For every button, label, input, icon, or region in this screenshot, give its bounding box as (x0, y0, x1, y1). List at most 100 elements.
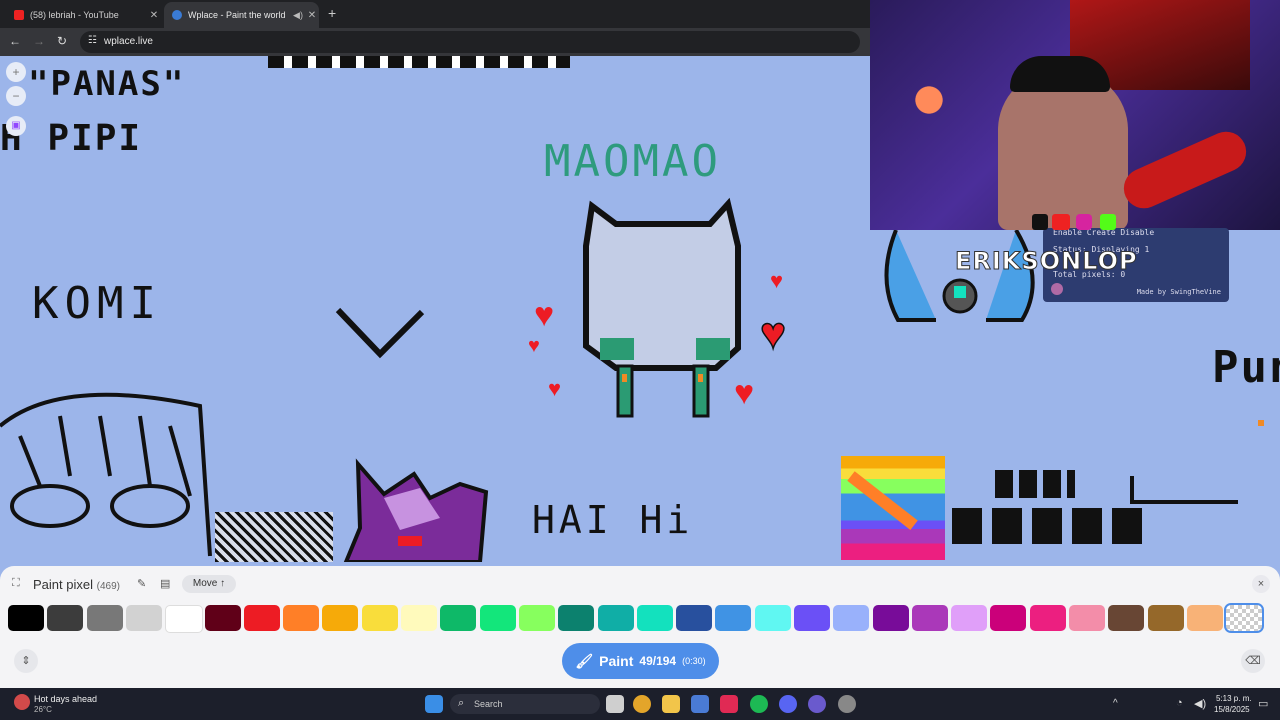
color-swatch[interactable] (322, 605, 358, 631)
canvas-text-panas: "PANAS" (28, 64, 186, 104)
eraser-icon[interactable]: ⌫ (1241, 649, 1265, 673)
color-swatch[interactable] (1148, 605, 1184, 631)
tiktok-icon (1032, 214, 1048, 230)
paint-button[interactable]: 🖌 Paint 49/194 (0:30) (562, 643, 719, 679)
svg-text:♥: ♥ (534, 296, 554, 334)
windows-start-icon[interactable] (425, 695, 443, 713)
chrome-icon[interactable] (633, 695, 651, 713)
pixel-art-text (1130, 476, 1238, 504)
omnibox[interactable] (80, 31, 860, 53)
taskbar-time[interactable]: 5:13 p. m. (1216, 694, 1252, 703)
color-swatch[interactable] (401, 605, 437, 631)
canvas-pixel-strip (268, 56, 570, 68)
webcam-feed (870, 0, 1280, 230)
template-icon[interactable]: ▤ (160, 577, 170, 590)
color-swatch[interactable] (1108, 605, 1144, 631)
color-swatch[interactable] (990, 605, 1026, 631)
store-icon[interactable] (691, 695, 709, 713)
color-swatch[interactable] (440, 605, 476, 631)
color-swatch[interactable] (480, 605, 516, 631)
tray-chevron-icon[interactable]: ^ (1113, 698, 1118, 709)
close-tab-icon[interactable]: ✕ (147, 10, 161, 21)
color-swatch[interactable] (205, 605, 241, 631)
pencil-icon[interactable]: ✎ (137, 577, 146, 590)
weather-title[interactable]: Hot days ahead (34, 694, 97, 704)
taskbar-date[interactable]: 15/8/2025 (1214, 705, 1250, 714)
new-tab-button[interactable]: + (328, 5, 336, 21)
url-text: wplace.live (104, 36, 153, 47)
color-swatch[interactable] (8, 605, 44, 631)
instagram-icon (1076, 214, 1092, 230)
obs-icon[interactable] (808, 695, 826, 713)
expand-icon[interactable]: ⛶ (12, 577, 20, 590)
twitch-icon[interactable]: ▣ (6, 116, 26, 136)
pixel-art-gengar (343, 458, 489, 562)
file-explorer-icon[interactable] (662, 695, 680, 713)
paint-panel-label: Paint pixel (33, 577, 93, 592)
paint-panel-title: Paint pixel (469) (33, 577, 120, 592)
color-swatch[interactable] (833, 605, 869, 631)
color-swatch[interactable] (87, 605, 123, 631)
color-swatch[interactable] (558, 605, 594, 631)
overlay-avatar-icon (1051, 283, 1063, 295)
forward-icon[interactable]: → (33, 34, 45, 48)
taskbar-search[interactable]: ⌕ Search (450, 694, 600, 714)
discord-icon[interactable] (779, 695, 797, 713)
webcam-cap (1010, 56, 1110, 92)
color-swatch[interactable] (676, 605, 712, 631)
color-swatch[interactable] (519, 605, 555, 631)
collapse-icon[interactable]: ⇕ (14, 649, 38, 673)
svg-text:♥: ♥ (770, 268, 783, 293)
pixel-art-girl (0, 392, 212, 557)
svg-text:♥: ♥ (760, 309, 786, 358)
speaker-icon[interactable]: ◀) (291, 10, 305, 21)
color-swatch[interactable] (951, 605, 987, 631)
search-icon: ⌕ (458, 697, 465, 709)
volume-icon[interactable]: ◀) (1194, 697, 1206, 710)
svg-text:♥: ♥ (734, 374, 754, 412)
tab-title: Wplace - Paint the world (188, 10, 286, 20)
paint-panel-count: (469) (96, 581, 120, 592)
color-swatch[interactable] (1069, 605, 1105, 631)
canvas-text-komi: KOMI (32, 278, 162, 329)
capcut-icon[interactable] (720, 695, 738, 713)
color-swatch[interactable] (362, 605, 398, 631)
canvas-text-maomao: MAOMAO (544, 136, 721, 187)
color-swatch[interactable] (1030, 605, 1066, 631)
back-icon[interactable]: ← (9, 34, 21, 48)
paint-charges: 49/194 (639, 654, 677, 668)
notification-icon[interactable]: ▭ (1258, 697, 1268, 710)
color-swatch[interactable] (1187, 605, 1223, 631)
color-swatch[interactable] (637, 605, 673, 631)
brush-icon: 🖌 (575, 652, 594, 669)
tab-youtube[interactable]: (58) lebriah - YouTube ✕ (6, 2, 161, 28)
color-swatch[interactable] (715, 605, 751, 631)
overlay-credit: Made by SwingTheVine (1136, 288, 1221, 296)
color-swatch[interactable] (47, 605, 83, 631)
color-swatch[interactable] (126, 605, 162, 631)
zoom-out-button[interactable]: − (6, 86, 26, 106)
color-swatch[interactable] (912, 605, 948, 631)
color-swatch[interactable] (598, 605, 634, 631)
color-swatch[interactable] (794, 605, 830, 631)
spotify-icon[interactable] (750, 695, 768, 713)
task-view-icon[interactable] (606, 695, 624, 713)
zoom-in-button[interactable]: + (6, 62, 26, 82)
reload-icon[interactable]: ↻ (57, 34, 67, 48)
close-tab-icon[interactable]: ✕ (305, 10, 319, 21)
color-swatch[interactable] (873, 605, 909, 631)
color-swatch[interactable] (165, 605, 203, 633)
canvas-text-pun: Pun (1212, 342, 1280, 393)
move-button[interactable]: Move ↑ (182, 575, 236, 593)
app-icon[interactable] (838, 695, 856, 713)
color-swatch[interactable] (755, 605, 791, 631)
color-swatch-transparent[interactable] (1224, 603, 1264, 633)
color-swatch[interactable] (283, 605, 319, 631)
paint-timer: (0:30) (682, 656, 706, 666)
tab-wplace[interactable]: Wplace - Paint the world ◀) ✕ (164, 2, 319, 28)
close-panel-button[interactable]: × (1252, 575, 1270, 593)
color-swatch[interactable] (244, 605, 280, 631)
site-info-icon[interactable]: ☷ (88, 35, 97, 46)
youtube-icon (14, 10, 24, 20)
wifi-icon[interactable]: ◔ (1176, 697, 1183, 709)
